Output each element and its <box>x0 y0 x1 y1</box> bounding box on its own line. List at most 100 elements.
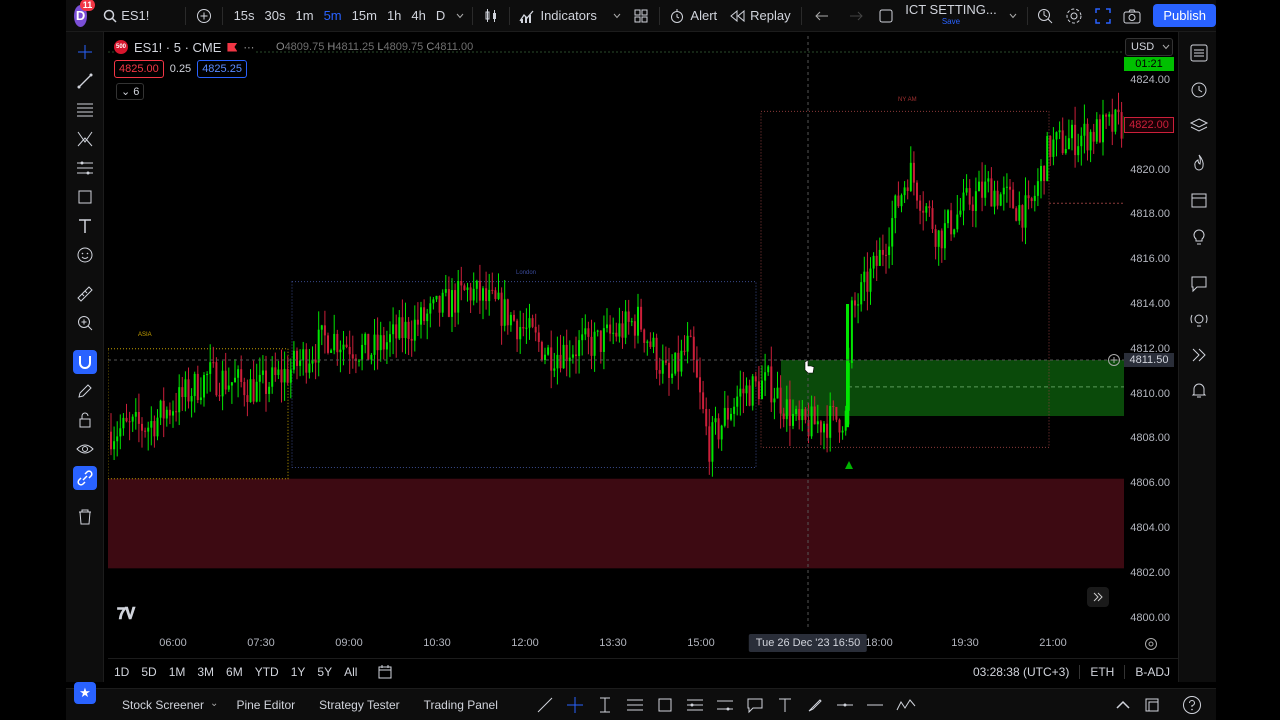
emoji-tool[interactable] <box>73 243 97 267</box>
chevron-up-icon[interactable] <box>1116 700 1130 710</box>
horizontal-line-icon[interactable] <box>866 696 884 714</box>
forecast-lines-icon[interactable] <box>716 696 734 714</box>
chats-button[interactable] <box>1187 272 1211 296</box>
time-axis[interactable]: 06:00 07:30 09:00 10:30 12:00 13:30 15:00 18:00… <box>108 632 1124 654</box>
range-1y[interactable]: 1Y <box>285 665 312 679</box>
range-5y[interactable]: 5Y <box>311 665 338 679</box>
chart-canvas[interactable]: ASIA London NY AM <box>108 36 1124 628</box>
quick-search-button[interactable] <box>1031 0 1059 32</box>
timeframe-1h[interactable]: 1h <box>382 8 406 23</box>
alert-button[interactable]: Alert <box>663 0 723 32</box>
maximize-panel-icon[interactable] <box>1144 697 1160 713</box>
help-icon[interactable] <box>1182 695 1202 715</box>
symbol-search-button[interactable]: ES1! <box>97 0 155 32</box>
chevron-down-icon[interactable]: ⌄ <box>210 698 218 712</box>
user-avatar[interactable]: D 11 <box>74 0 96 27</box>
callout-icon[interactable] <box>746 696 764 714</box>
price-chart[interactable]: ASIA London NY AM <box>108 36 1124 628</box>
tab-trading-panel[interactable]: Trading Panel <box>412 698 510 712</box>
horizontal-ray-icon[interactable] <box>836 696 854 714</box>
range-1d[interactable]: 1D <box>108 665 135 679</box>
calendar-range-icon[interactable] <box>377 664 393 680</box>
publish-button[interactable]: Publish <box>1153 4 1216 27</box>
adjustment-toggle[interactable]: B-ADJ <box>1135 665 1170 679</box>
timeframe-30s[interactable]: 30s <box>260 8 291 23</box>
timeframe-D[interactable]: D <box>431 8 450 23</box>
fib-lines-icon[interactable] <box>626 696 644 714</box>
add-alert-icon[interactable] <box>1107 353 1121 367</box>
range-ytd[interactable]: YTD <box>249 665 285 679</box>
compare-button[interactable] <box>190 0 218 32</box>
sync-drawings-tool[interactable] <box>73 466 97 490</box>
currency-button[interactable]: USD <box>1125 38 1173 56</box>
undo-button[interactable] <box>805 0 839 32</box>
range-1m[interactable]: 1M <box>163 665 192 679</box>
watchlist-button[interactable] <box>1187 41 1211 65</box>
object-tree-button[interactable] <box>1187 114 1211 138</box>
templates-button[interactable] <box>627 0 655 32</box>
indicators-button[interactable]: Indicators <box>513 0 626 32</box>
indicators-toggle[interactable]: ⌄ 6 <box>116 83 145 100</box>
calendar-button[interactable] <box>1187 188 1211 212</box>
axis-settings-icon[interactable] <box>1144 637 1158 651</box>
alerts-panel-button[interactable] <box>1187 77 1211 101</box>
chart-type-button[interactable] <box>477 0 505 32</box>
timeframe-4h[interactable]: 4h <box>406 8 430 23</box>
timeframe-15s[interactable]: 15s <box>229 8 260 23</box>
redo-button[interactable] <box>839 0 873 32</box>
layout-button[interactable]: ICT SETTING... Save <box>873 0 1023 32</box>
draw-mode-tool[interactable] <box>73 379 97 403</box>
notifications-button[interactable] <box>1187 378 1211 402</box>
timezone-clock[interactable]: 03:28:38 (UTC+3) <box>973 665 1069 679</box>
buy-button[interactable]: 4825.25 <box>197 60 247 78</box>
scroll-to-realtime-button[interactable] <box>1087 587 1109 607</box>
timeframe-15m[interactable]: 15m <box>347 8 382 23</box>
replay-button[interactable]: Replay <box>723 0 796 32</box>
flag-icon[interactable] <box>227 42 238 52</box>
legend-symbol[interactable]: 500 ES1! · 5 · CME ⋯ <box>114 38 255 56</box>
streams-button[interactable] <box>1187 343 1211 367</box>
fib-tool[interactable] <box>73 98 97 122</box>
range-all[interactable]: All <box>338 665 363 679</box>
crosshair-tool[interactable] <box>73 40 97 64</box>
text-tool[interactable] <box>73 214 97 238</box>
remove-drawings-tool[interactable] <box>73 505 97 529</box>
trend-line-tool[interactable] <box>73 69 97 93</box>
range-3m[interactable]: 3M <box>191 665 220 679</box>
tradingview-logo[interactable]: 𝟕𝐕 <box>117 606 135 624</box>
magnet-tool[interactable] <box>73 350 97 374</box>
ideas-button[interactable] <box>1187 225 1211 249</box>
brush-icon[interactable] <box>806 696 824 714</box>
pattern-lines-icon[interactable] <box>686 696 704 714</box>
favorites-button[interactable]: ★ <box>74 682 96 704</box>
trend-line-icon[interactable] <box>536 696 554 714</box>
rectangle-icon[interactable] <box>656 696 674 714</box>
timeframe-1m[interactable]: 1m <box>291 8 319 23</box>
crosshair-icon[interactable] <box>566 696 584 714</box>
sell-button[interactable]: 4825.00 <box>114 60 164 78</box>
settings-button[interactable] <box>1059 0 1089 32</box>
more-icon[interactable]: ⋯ <box>243 41 254 54</box>
visibility-tool[interactable] <box>73 437 97 461</box>
tab-strategy-tester[interactable]: Strategy Tester <box>307 698 411 712</box>
help-center-button[interactable] <box>1187 308 1211 332</box>
xabcd-pattern-icon[interactable] <box>896 696 916 714</box>
range-5d[interactable]: 5D <box>135 665 162 679</box>
lock-tool[interactable] <box>73 408 97 432</box>
shape-tool[interactable] <box>73 185 97 209</box>
forecast-tool[interactable] <box>73 156 97 180</box>
vertical-line-icon[interactable] <box>596 696 614 714</box>
session-toggle[interactable]: ETH <box>1090 665 1114 679</box>
ruler-tool[interactable] <box>73 282 97 306</box>
hotlists-button[interactable] <box>1187 151 1211 175</box>
range-6m[interactable]: 6M <box>220 665 249 679</box>
zoom-tool[interactable] <box>73 311 97 335</box>
pattern-tool[interactable] <box>73 127 97 151</box>
fullscreen-button[interactable] <box>1089 0 1117 32</box>
timeframe-dropdown[interactable] <box>452 0 468 32</box>
tab-pine-editor[interactable]: Pine Editor <box>224 698 307 712</box>
text-icon[interactable] <box>776 696 794 714</box>
snapshot-button[interactable] <box>1117 0 1147 32</box>
timeframe-5m[interactable]: 5m <box>319 8 347 23</box>
tab-stock-screener[interactable]: Stock Screener <box>110 698 216 712</box>
